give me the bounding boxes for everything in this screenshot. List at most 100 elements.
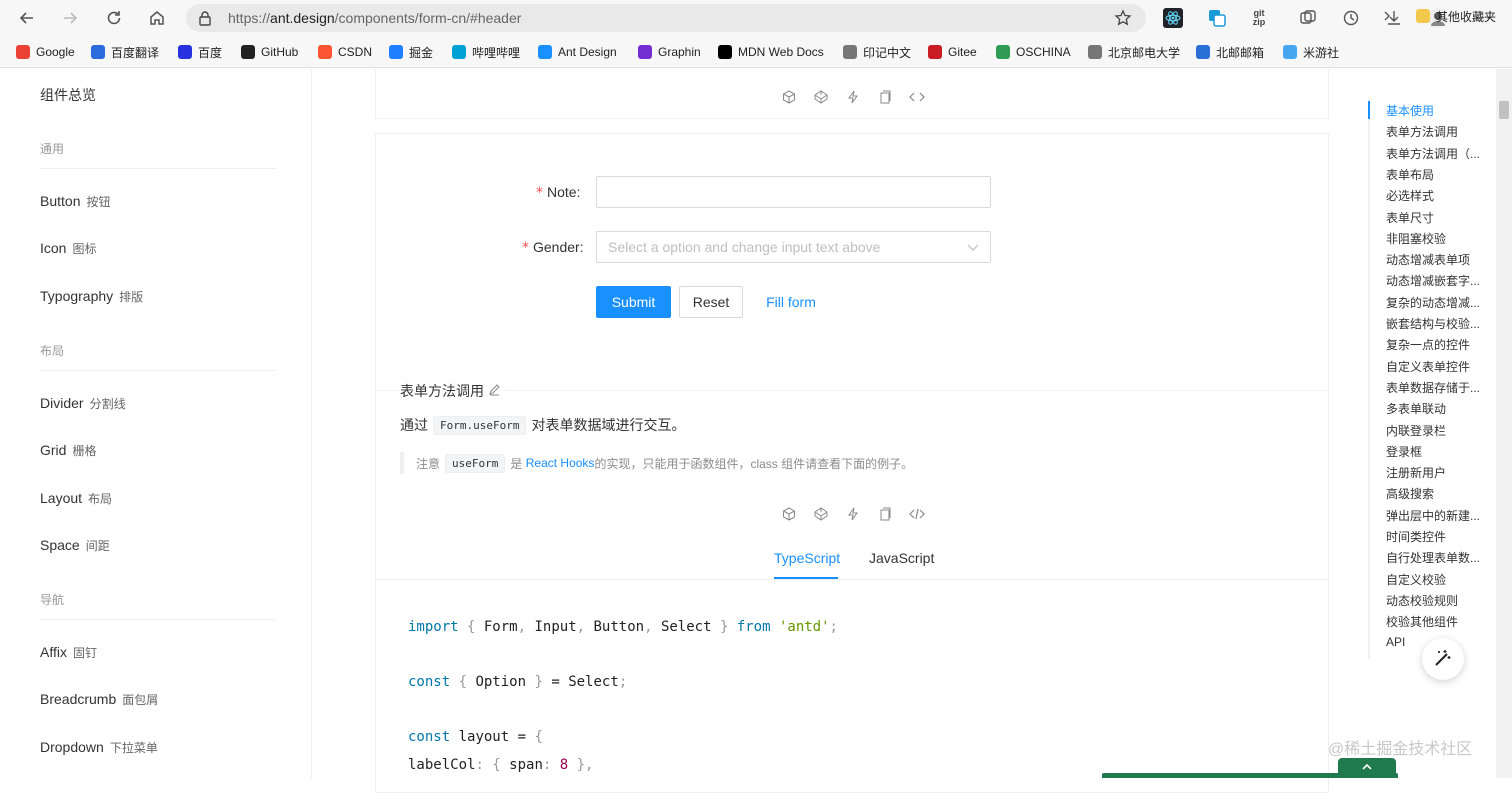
anchor-item[interactable]: 注册新用户 <box>1386 464 1496 481</box>
note-input[interactable] <box>596 176 991 208</box>
anchor-item[interactable]: 自定义校验 <box>1386 571 1496 588</box>
bookmark-10[interactable]: 印记中文 <box>843 43 911 61</box>
anchor-item[interactable]: 自行处理表单数... <box>1386 549 1496 566</box>
react-devtools-icon[interactable] <box>1162 7 1184 29</box>
bookmark-label: Google <box>36 45 75 59</box>
sidebar-title[interactable]: 组件总览 <box>40 85 96 105</box>
collections-icon[interactable] <box>1297 7 1319 29</box>
anchor-item[interactable]: 弹出层中的新建... <box>1386 507 1496 524</box>
history-icon[interactable] <box>1340 7 1362 29</box>
sidebar-item-layout[interactable]: Layout 布局 <box>40 490 112 507</box>
anchor-item[interactable]: 复杂一点的控件 <box>1386 336 1496 353</box>
anchor-item[interactable]: 表单数据存储于... <box>1386 379 1496 396</box>
anchor-item[interactable]: 登录框 <box>1386 443 1496 460</box>
tab-typescript[interactable]: TypeScript <box>774 550 840 566</box>
bookmark-4[interactable]: CSDN <box>318 43 372 61</box>
submit-button[interactable]: Submit <box>596 286 671 318</box>
bookmark-favicon-icon <box>928 45 942 59</box>
gitzip-icon[interactable]: git zip <box>1248 7 1270 29</box>
sidebar-item-affix[interactable]: Affix 固钉 <box>40 644 97 661</box>
sidebar-item-space[interactable]: Space 间距 <box>40 537 110 554</box>
anchor-item[interactable]: 动态校验规则 <box>1386 592 1496 609</box>
bookmark-15[interactable]: 米游社 <box>1283 43 1339 61</box>
lock-icon <box>198 10 212 29</box>
chevron-up-icon <box>1362 763 1372 774</box>
gender-select[interactable]: Select a option and change input text ab… <box>596 231 991 263</box>
refresh-icon[interactable] <box>101 6 127 30</box>
sidebar-divider <box>40 619 276 620</box>
codepen-icon[interactable] <box>813 89 829 105</box>
back-icon[interactable] <box>14 6 40 30</box>
anchor-item[interactable]: 多表单联动 <box>1386 400 1496 417</box>
forward-icon[interactable] <box>57 6 83 30</box>
anchor-item[interactable]: 嵌套结构与校验... <box>1386 315 1496 332</box>
home-icon[interactable] <box>144 6 170 30</box>
bookmark-favicon-icon <box>91 45 105 59</box>
bookmark-9[interactable]: MDN Web Docs <box>718 43 824 61</box>
copy-icon[interactable] <box>877 89 893 105</box>
bookmark-6[interactable]: 哔哩哔哩 <box>452 43 520 61</box>
stackblitz-icon[interactable] <box>845 89 861 105</box>
reset-button[interactable]: Reset <box>679 286 743 318</box>
bookmark-7[interactable]: Ant Design <box>538 43 617 61</box>
scrollbar-thumb[interactable] <box>1499 101 1509 119</box>
collapse-code-icon[interactable] <box>909 506 925 522</box>
anchor-item[interactable]: 表单方法调用 <box>1386 123 1496 140</box>
url-text: https://ant.design/components/form-cn/#h… <box>228 10 522 26</box>
copy-icon[interactable] <box>877 506 893 522</box>
other-favorites[interactable]: 其他收藏夹 <box>1416 7 1496 25</box>
theme-editor-button[interactable] <box>1422 638 1464 680</box>
sidebar-item-button[interactable]: Button 按钮 <box>40 193 111 210</box>
bookmark-3[interactable]: GitHub <box>241 43 298 61</box>
bookmark-8[interactable]: Graphin <box>638 43 701 61</box>
anchor-item[interactable]: 基本使用 <box>1386 102 1496 119</box>
edit-icon[interactable] <box>488 383 501 399</box>
demo-title[interactable]: 表单方法调用 <box>400 381 505 401</box>
main-content: * Note: * Gender: Select a option and chan… <box>312 69 1352 793</box>
bookmark-5[interactable]: 掘金 <box>389 43 433 61</box>
anchor-item[interactable]: 非阻塞校验 <box>1386 230 1496 247</box>
sidebar-item-typography[interactable]: Typography 排版 <box>40 288 143 305</box>
bookmark-2[interactable]: 百度 <box>178 43 222 61</box>
expand-code-icon[interactable] <box>909 89 925 105</box>
anchor-item[interactable]: 表单布局 <box>1386 166 1496 183</box>
anchor-item[interactable]: 时间类控件 <box>1386 528 1496 545</box>
bookmarks-overflow-chevron-icon[interactable] <box>1382 7 1392 25</box>
sidebar-item-breadcrumb[interactable]: Breadcrumb 面包屑 <box>40 691 158 708</box>
translate-icon[interactable] <box>1206 7 1228 29</box>
anchor-item[interactable]: 高级搜索 <box>1386 485 1496 502</box>
bookmark-12[interactable]: OSCHINA <box>996 43 1071 61</box>
bookmark-favicon-icon <box>178 45 192 59</box>
bookmark-1[interactable]: 百度翻译 <box>91 43 159 61</box>
page-scrollbar[interactable] <box>1496 69 1512 778</box>
anchor-item[interactable]: 表单尺寸 <box>1386 209 1496 226</box>
tab-javascript[interactable]: JavaScript <box>869 550 934 566</box>
sidebar-item-icon[interactable]: Icon 图标 <box>40 240 96 257</box>
fill-form-button[interactable]: Fill form <box>756 286 826 318</box>
anchor-item[interactable]: 自定义表单控件 <box>1386 358 1496 375</box>
anchor-item[interactable]: 必选样式 <box>1386 187 1496 204</box>
bookmark-13[interactable]: 北京邮电大学 <box>1088 43 1180 61</box>
bookmark-0[interactable]: Google <box>16 43 75 61</box>
anchor-item[interactable]: 动态增减嵌套字... <box>1386 272 1496 289</box>
anchor-item[interactable]: 表单方法调用（... <box>1386 145 1496 162</box>
anchor-item[interactable]: 校验其他组件 <box>1386 613 1496 630</box>
codepen-icon[interactable] <box>813 506 829 522</box>
react-hooks-link[interactable]: React Hooks <box>526 456 595 470</box>
anchor-item[interactable]: 内联登录栏 <box>1386 422 1496 439</box>
bookmark-label: 百度翻译 <box>111 45 160 60</box>
sidebar-item-divider[interactable]: Divider 分割线 <box>40 395 126 412</box>
address-bar[interactable]: https://ant.design/components/form-cn/#h… <box>186 4 1146 32</box>
codesandbox-icon[interactable] <box>781 506 797 522</box>
bookmark-11[interactable]: Gitee <box>928 43 977 61</box>
codesandbox-icon[interactable] <box>781 89 797 105</box>
sidebar-item-grid[interactable]: Grid 栅格 <box>40 442 96 459</box>
anchor-item[interactable]: 复杂的动态增减... <box>1386 294 1496 311</box>
add-favorite-icon[interactable] <box>1114 9 1132 30</box>
back-to-top-button[interactable] <box>1338 758 1396 778</box>
bookmark-label: OSCHINA <box>1016 45 1071 59</box>
stackblitz-icon[interactable] <box>845 506 861 522</box>
bookmark-14[interactable]: 北邮邮箱 <box>1196 43 1264 61</box>
sidebar-item-dropdown[interactable]: Dropdown 下拉菜单 <box>40 739 158 756</box>
anchor-item[interactable]: 动态增减表单项 <box>1386 251 1496 268</box>
